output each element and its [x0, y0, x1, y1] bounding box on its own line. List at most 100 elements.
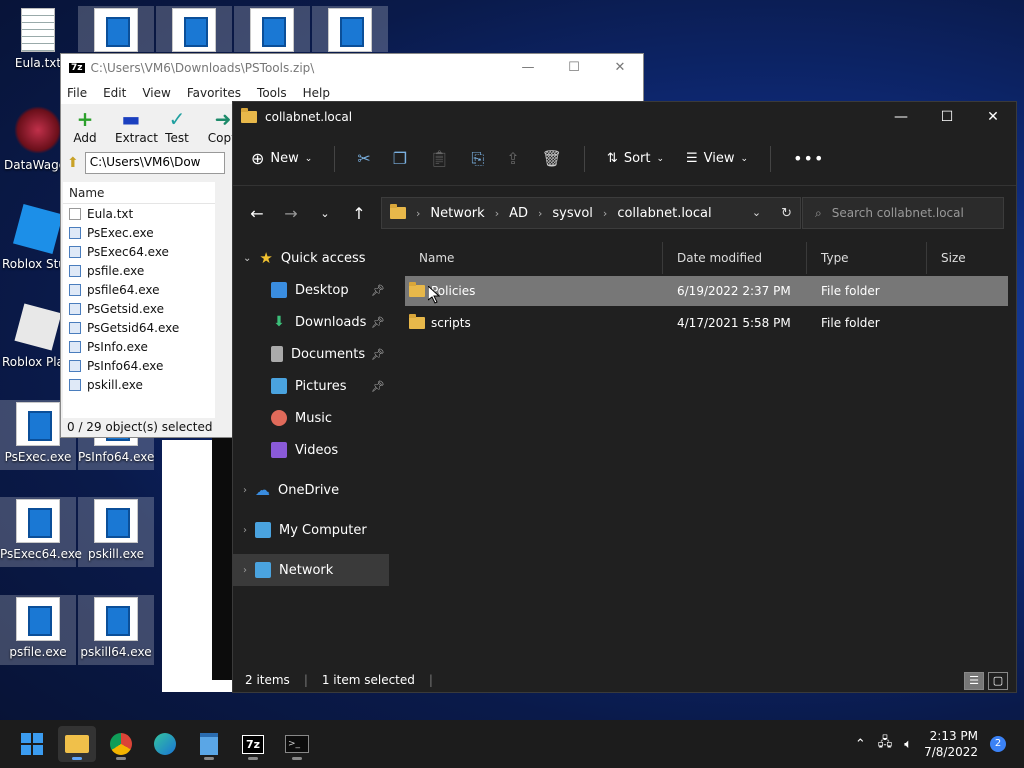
column-header-type[interactable]: Type [807, 242, 927, 274]
notification-badge[interactable]: 2 [990, 736, 1006, 752]
menu-view[interactable]: View [142, 86, 170, 100]
new-button[interactable]: ⊕ New ⌄ [251, 149, 312, 168]
list-item[interactable]: PsInfo.exe [63, 337, 215, 356]
column-header-date-modified[interactable]: Date modified [663, 242, 807, 274]
address-bar[interactable]: › Network › AD › sysvol › collabnet.loca… [381, 197, 801, 229]
list-item[interactable]: PsGetsid.exe [63, 299, 215, 318]
desktop-icon-top-2[interactable] [156, 6, 232, 52]
menu-favorites[interactable]: Favorites [187, 86, 241, 100]
cut-icon[interactable]: ✂ [357, 149, 370, 168]
cloud-icon: ☁ [255, 481, 270, 499]
clock[interactable]: 2:13 PM 7/8/2022 [924, 728, 978, 760]
column-header-name[interactable]: Name [63, 182, 215, 204]
list-item[interactable]: PsInfo64.exe [63, 356, 215, 375]
network-status-icon[interactable]: 🖧︎ [878, 733, 893, 755]
list-item[interactable]: PsExec.exe [63, 223, 215, 242]
menu-file[interactable]: File [67, 86, 87, 100]
maximize-button[interactable]: ☐ [551, 54, 597, 82]
breadcrumb-sysvol[interactable]: sysvol [552, 206, 593, 221]
table-row[interactable]: Policies 6/19/2022 2:37 PM File folder [405, 276, 1008, 306]
exe-icon [69, 359, 81, 372]
desktop-icon-top-3[interactable] [234, 6, 310, 52]
refresh-icon[interactable]: ↻ [781, 206, 792, 221]
minimize-button[interactable]: — [878, 102, 924, 132]
taskbar-notepad[interactable] [190, 726, 228, 762]
desktop-icon-psexec64[interactable]: PsExec64.exe [0, 497, 82, 567]
sidebar-item-desktop[interactable]: Desktop 📌︎ [233, 274, 389, 306]
large-icons-view-icon[interactable]: ▢ [988, 672, 1008, 690]
desktop-icon-pskill64[interactable]: pskill64.exe [78, 595, 154, 665]
list-item[interactable]: psfile.exe [63, 261, 215, 280]
sidebar-item-quick-access[interactable]: ⌄ ★ Quick access [233, 242, 389, 274]
breadcrumb-network[interactable]: Network [430, 206, 484, 221]
desktop-icon-pskill[interactable]: pskill.exe [78, 497, 154, 567]
add-button[interactable]: + Add [69, 109, 101, 145]
chevron-right-icon: › [243, 524, 247, 536]
chrome-icon [110, 733, 132, 755]
list-item[interactable]: pskill.exe [63, 375, 215, 394]
share-icon[interactable]: ⇪ [506, 149, 519, 168]
pictures-icon [271, 378, 287, 394]
7zip-file-list: Name Eula.txt PsExec.exe PsExec64.exe ps… [63, 182, 215, 418]
forward-arrow-icon[interactable]: → [279, 204, 303, 223]
close-button[interactable]: ✕ [597, 54, 643, 82]
details-view-icon[interactable]: ☰ [964, 672, 984, 690]
address-history-chevron-icon[interactable]: ⌄ [752, 206, 761, 221]
column-header-size[interactable]: Size [927, 242, 1007, 274]
sidebar-item-my-computer[interactable]: › My Computer [233, 514, 389, 546]
table-row[interactable]: scripts 4/17/2021 5:58 PM File folder [405, 308, 1008, 338]
sidebar-item-downloads[interactable]: ⬇ Downloads 📌︎ [233, 306, 389, 338]
minimize-button[interactable]: — [505, 54, 551, 82]
rename-icon[interactable]: ⎘ [471, 149, 484, 169]
extract-button[interactable]: ▬ Extract [115, 109, 158, 145]
exe-icon [69, 340, 81, 353]
sidebar-item-pictures[interactable]: Pictures 📌︎ [233, 370, 389, 402]
text-file-icon [21, 8, 55, 52]
test-button[interactable]: ✓ Test [161, 109, 193, 145]
start-button[interactable] [13, 726, 51, 762]
taskbar-chrome[interactable] [102, 726, 140, 762]
view-list-icon: ☰ [686, 151, 698, 166]
search-icon: ⌕ [815, 205, 822, 220]
sort-button[interactable]: ⇅ Sort ⌄ [607, 151, 664, 166]
sidebar-item-music[interactable]: Music [233, 402, 389, 434]
menu-help[interactable]: Help [303, 86, 330, 100]
menu-tools[interactable]: Tools [257, 86, 287, 100]
list-item[interactable]: psfile64.exe [63, 280, 215, 299]
list-item[interactable]: PsExec64.exe [63, 242, 215, 261]
chevron-up-icon[interactable]: ⌃ [855, 737, 866, 752]
taskbar-terminal[interactable]: >_ [278, 726, 316, 762]
taskbar-7zip[interactable]: 7z [234, 726, 272, 762]
view-button[interactable]: ☰ View ⌄ [686, 151, 748, 166]
maximize-button[interactable]: ☐ [924, 102, 970, 132]
recent-locations-chevron-icon[interactable]: ⌄ [313, 207, 337, 220]
breadcrumb-collabnet[interactable]: collabnet.local [617, 206, 711, 221]
breadcrumb-ad[interactable]: AD [509, 206, 528, 221]
taskbar-edge[interactable] [146, 726, 184, 762]
taskbar-file-explorer[interactable] [58, 726, 96, 762]
close-button[interactable]: ✕ [970, 102, 1016, 132]
desktop-icon-top-1[interactable] [78, 6, 154, 52]
column-header-name[interactable]: Name [405, 242, 663, 274]
list-item[interactable]: Eula.txt [63, 204, 215, 223]
search-box[interactable]: ⌕ Search collabnet.local [802, 197, 1004, 229]
desktop-icon-top-4[interactable] [312, 6, 388, 52]
7zip-address-field[interactable]: C:\Users\VM6\Dow [84, 152, 225, 174]
exe-icon [94, 499, 138, 543]
desktop-icon-psfile[interactable]: psfile.exe [0, 595, 76, 665]
sidebar-item-documents[interactable]: Documents 📌︎ [233, 338, 389, 370]
up-arrow-icon[interactable]: ↑ [347, 204, 371, 223]
sidebar-item-network[interactable]: › Network [233, 554, 389, 586]
more-options-icon[interactable]: ••• [793, 149, 824, 168]
up-folder-icon[interactable]: ⬆ [67, 155, 79, 171]
chevron-down-icon: ⌄ [304, 153, 313, 164]
volume-icon[interactable]: 🔈︎ [904, 737, 912, 752]
delete-icon[interactable]: 🗑︎ [542, 149, 562, 168]
sidebar-item-videos[interactable]: Videos [233, 434, 389, 466]
sidebar-item-onedrive[interactable]: › ☁ OneDrive [233, 474, 389, 506]
menu-edit[interactable]: Edit [103, 86, 126, 100]
paste-icon[interactable]: 📋︎ [429, 149, 449, 168]
list-item[interactable]: PsGetsid64.exe [63, 318, 215, 337]
back-arrow-icon[interactable]: ← [245, 204, 269, 223]
copy-icon[interactable]: ❐ [393, 149, 407, 168]
